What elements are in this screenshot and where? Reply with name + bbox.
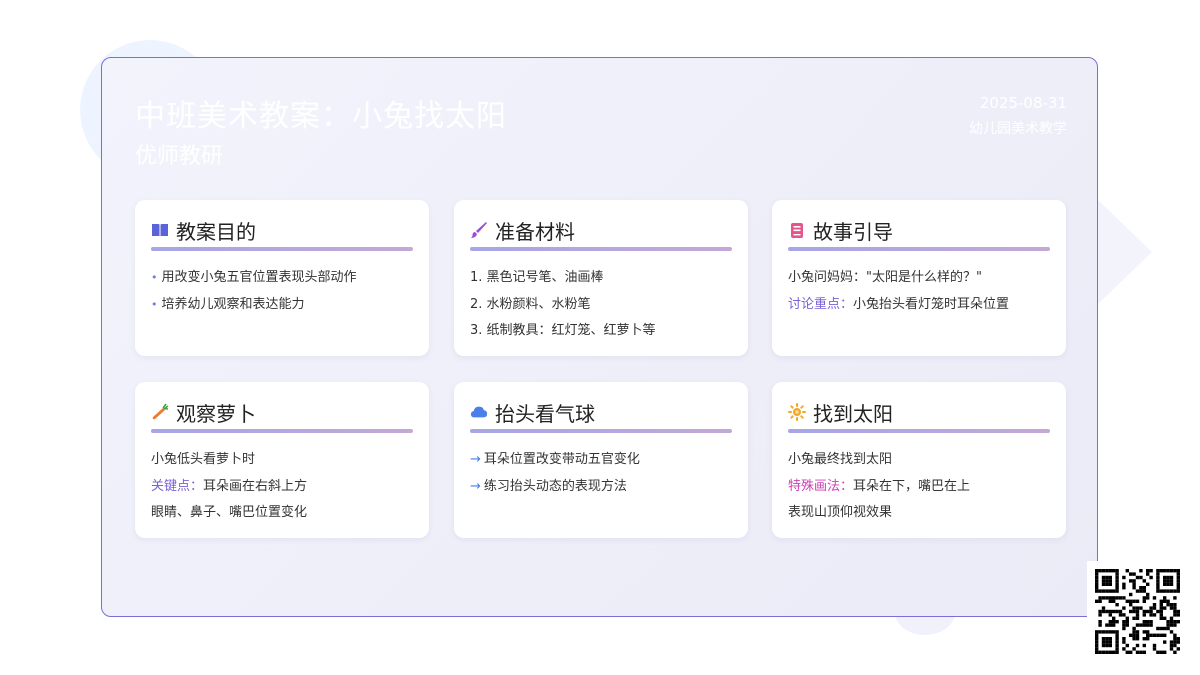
card-title: 准备材料 — [495, 219, 575, 244]
card-header: 抬头看气球 — [470, 398, 732, 426]
list-item: 3. 纸制教具：红灯笼、红萝卜等 — [470, 323, 656, 338]
card-title: 故事引导 — [813, 219, 893, 244]
card-divider — [470, 247, 732, 251]
list-item-text: 小兔抬头看灯笼时耳朵位置 — [853, 296, 1010, 312]
card-title: 观察萝卜 — [176, 401, 256, 426]
card-divider — [788, 429, 1050, 433]
list-item: 眼睛、鼻子、嘴巴位置变化 — [151, 505, 308, 520]
card-header: 准备材料 — [470, 216, 732, 244]
card-divider — [151, 247, 413, 251]
date-label: 2025-08-31 — [979, 94, 1067, 112]
card-divider — [788, 247, 1050, 251]
bullet-marker: • — [151, 271, 158, 284]
organization-label: 幼儿园美术教学 — [969, 121, 1067, 137]
list-item-text: 用改变小兔五官位置表现头部动作 — [161, 270, 357, 285]
card-title: 找到太阳 — [813, 401, 893, 426]
list-item: 关键点：耳朵画在右斜上方 — [151, 474, 413, 501]
brush-icon — [470, 221, 488, 239]
lesson-plan-frame: 中班美术教案：小兔找太阳 优师教研 2025-08-31 幼儿园美术教学 教案目… — [101, 57, 1098, 617]
keyword-label: 特殊画法： — [788, 478, 854, 494]
cloud-icon — [470, 403, 488, 421]
book-icon — [151, 221, 169, 239]
list-item-text: 耳朵位置改变带动五官变化 — [483, 452, 640, 467]
card-header: 教案目的 — [151, 216, 413, 244]
carrot-icon — [151, 403, 169, 421]
card-divider — [470, 429, 732, 433]
list-item: 小兔低头看萝卜时 — [151, 452, 256, 467]
list-item: 2. 水粉颜料、水粉笔 — [470, 296, 591, 312]
list-item: 讨论重点：小兔抬头看灯笼时耳朵位置 — [788, 292, 1050, 319]
card-find-sun: 找到太阳 小兔最终找到太阳 特殊画法：耳朵在下，嘴巴在上 表现山顶仰视效果 — [772, 382, 1066, 538]
page-subtitle: 优师教研 — [135, 144, 224, 169]
keyword-label: 讨论重点： — [788, 296, 854, 312]
bullet-marker: • — [151, 297, 158, 311]
sun-icon — [788, 403, 806, 421]
qr-code — [1087, 561, 1187, 661]
story-book-icon — [788, 221, 806, 239]
card-header: 故事引导 — [788, 216, 1050, 244]
card-body: • 用改变小兔五官位置表现头部动作 • 培养幼儿观察和表达能力 — [151, 265, 413, 318]
card-materials: 准备材料 1. 黑色记号笔、油画棒 2. 水粉颜料、水粉笔 3. 纸制教具：红灯… — [454, 200, 748, 356]
list-item-text: 耳朵在下，嘴巴在上 — [853, 478, 971, 494]
list-item: 特殊画法：耳朵在下，嘴巴在上 — [788, 474, 1050, 501]
list-item: 小兔问妈妈："太阳是什么样的？" — [788, 270, 982, 285]
card-title: 教案目的 — [176, 219, 256, 244]
card-look-up-balloon: 抬头看气球 → 耳朵位置改变带动五官变化 → 练习抬头动态的表现方法 — [454, 382, 748, 538]
list-item: → 耳朵位置改变带动五官变化 — [470, 447, 732, 474]
card-story-guide: 故事引导 小兔问妈妈："太阳是什么样的？" 讨论重点：小兔抬头看灯笼时耳朵位置 — [772, 200, 1066, 356]
list-item: • 用改变小兔五官位置表现头部动作 — [151, 265, 413, 292]
card-body: 小兔问妈妈："太阳是什么样的？" 讨论重点：小兔抬头看灯笼时耳朵位置 — [788, 265, 1050, 318]
card-divider — [151, 429, 413, 433]
list-item: → 练习抬头动态的表现方法 — [470, 474, 732, 501]
card-body: → 耳朵位置改变带动五官变化 → 练习抬头动态的表现方法 — [470, 447, 732, 500]
card-body: 小兔低头看萝卜时 关键点：耳朵画在右斜上方 眼睛、鼻子、嘴巴位置变化 — [151, 447, 413, 527]
card-body: 小兔最终找到太阳 特殊画法：耳朵在下，嘴巴在上 表现山顶仰视效果 — [788, 447, 1050, 527]
decorative-triangle — [1098, 200, 1152, 304]
card-header: 找到太阳 — [788, 398, 1050, 426]
list-item: 小兔最终找到太阳 — [788, 452, 893, 467]
list-item: 表现山顶仰视效果 — [788, 505, 893, 520]
keyword-label: 关键点： — [151, 478, 204, 494]
card-observe-carrot: 观察萝卜 小兔低头看萝卜时 关键点：耳朵画在右斜上方 眼睛、鼻子、嘴巴位置变化 — [135, 382, 429, 538]
card-lesson-goals: 教案目的 • 用改变小兔五官位置表现头部动作 • 培养幼儿观察和表达能力 — [135, 200, 429, 356]
page-title: 中班美术教案：小兔找太阳 — [135, 99, 507, 134]
card-title: 抬头看气球 — [495, 401, 595, 426]
list-item: • 培养幼儿观察和表达能力 — [151, 292, 413, 319]
list-item-text: 培养幼儿观察和表达能力 — [161, 296, 305, 312]
list-item-text: 耳朵画在右斜上方 — [203, 478, 308, 494]
card-body: 1. 黑色记号笔、油画棒 2. 水粉颜料、水粉笔 3. 纸制教具：红灯笼、红萝卜… — [470, 265, 732, 345]
list-item-text: 练习抬头动态的表现方法 — [483, 478, 627, 494]
arrow-marker: → — [470, 452, 481, 467]
list-item: 1. 黑色记号笔、油画棒 — [470, 270, 604, 285]
arrow-marker: → — [470, 478, 481, 494]
card-header: 观察萝卜 — [151, 398, 413, 426]
